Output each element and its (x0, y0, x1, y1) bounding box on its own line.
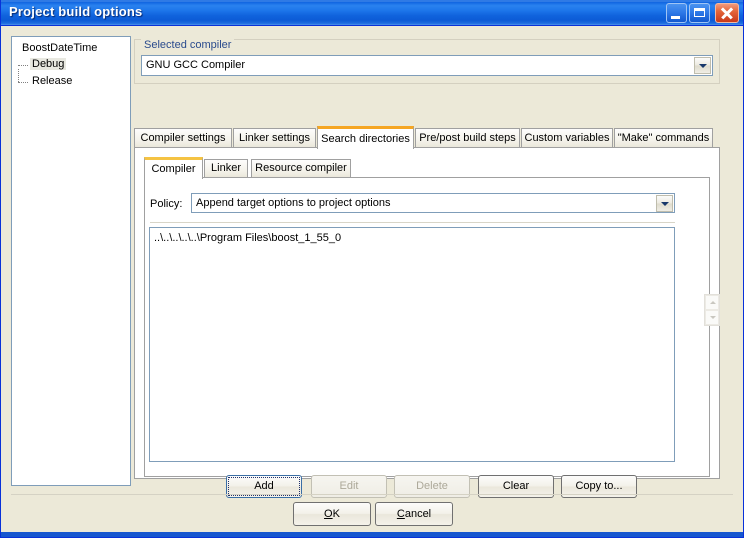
policy-value: Append target options to project options (196, 197, 391, 209)
tab-compiler-settings[interactable]: Compiler settings (134, 128, 232, 148)
tab-bar-main: Compiler settings Linker settings Search… (134, 126, 720, 149)
dialog-client-area: BoostDateTime Debug Release Selected com… (1, 27, 743, 536)
edit-button-label: Edit (339, 480, 359, 492)
tree-vertical-line (18, 69, 19, 82)
tree-branch-line (18, 82, 28, 83)
tree-branch-line (18, 65, 28, 66)
tree-item-release[interactable]: Release (18, 69, 74, 87)
arrow-down-glyph (710, 316, 716, 319)
chevron-down-glyph (661, 202, 669, 206)
list-reorder-spinner[interactable] (704, 294, 720, 326)
cancel-button[interactable]: Cancel (375, 502, 453, 526)
clear-button-label: Clear (502, 480, 530, 492)
tab-linker-settings[interactable]: Linker settings (233, 128, 316, 148)
arrow-up-glyph (710, 301, 716, 304)
policy-dropdown[interactable]: Append target options to project options (191, 193, 675, 213)
title-bar: Project build options (1, 0, 743, 26)
ok-button-accelerator: O (324, 508, 333, 520)
tree-item-root[interactable]: BoostDateTime (20, 42, 99, 54)
build-targets-tree[interactable]: BoostDateTime Debug Release (11, 36, 131, 486)
close-icon[interactable] (715, 3, 739, 23)
tab-bar-sub: Compiler Linker Resource compiler (144, 157, 710, 179)
chevron-down-glyph (699, 64, 707, 68)
tab-search-directories[interactable]: Search directories (317, 126, 414, 149)
tab-make-commands[interactable]: "Make" commands (614, 128, 713, 148)
window-bottom-edge (1, 532, 743, 537)
cancel-button-accelerator: C (396, 508, 405, 520)
maximize-icon[interactable] (689, 3, 710, 23)
chevron-down-icon[interactable] (694, 57, 711, 74)
tree-item-release-label: Release (32, 75, 73, 87)
copy-to-button-label: Copy to... (575, 480, 623, 492)
ok-button[interactable]: OK (293, 502, 371, 526)
title-bar-highlight (1, 0, 743, 2)
search-directories-list[interactable]: ..\..\..\..\..\Program Files\boost_1_55_… (149, 227, 675, 462)
subtab-resource-compiler[interactable]: Resource compiler (251, 159, 351, 178)
selected-compiler-dropdown[interactable]: GNU GCC Compiler (141, 55, 713, 76)
delete-button-label: Delete (416, 480, 448, 492)
tree-item-debug[interactable]: Debug (18, 58, 67, 70)
project-build-options-dialog: Project build options BoostDateTime Debu… (0, 0, 744, 538)
spinner-up-icon[interactable] (705, 295, 719, 310)
spinner-down-icon[interactable] (705, 310, 719, 325)
footer-separator (11, 494, 733, 495)
policy-separator (150, 222, 675, 223)
chevron-down-icon[interactable] (656, 195, 673, 212)
list-item[interactable]: ..\..\..\..\..\Program Files\boost_1_55_… (154, 232, 341, 244)
minimize-icon[interactable] (666, 3, 687, 23)
subtab-linker[interactable]: Linker (204, 159, 248, 178)
policy-label: Policy: (150, 198, 183, 210)
options-panel: Selected compiler Compiler settings Link… (134, 33, 734, 498)
tree-root-label: BoostDateTime (22, 42, 98, 54)
subtab-compiler[interactable]: Compiler (144, 157, 203, 179)
window-title: Project build options (9, 4, 143, 19)
selected-compiler-value: GNU GCC Compiler (146, 59, 246, 71)
tab-pre-post-build-steps[interactable]: Pre/post build steps (415, 128, 520, 148)
selected-compiler-legend: Selected compiler (141, 39, 235, 51)
tree-item-debug-label: Debug (30, 58, 67, 70)
cancel-button-label-rest: ancel (404, 508, 432, 520)
ok-button-label-rest: K (332, 508, 340, 520)
tab-custom-variables[interactable]: Custom variables (521, 128, 613, 148)
